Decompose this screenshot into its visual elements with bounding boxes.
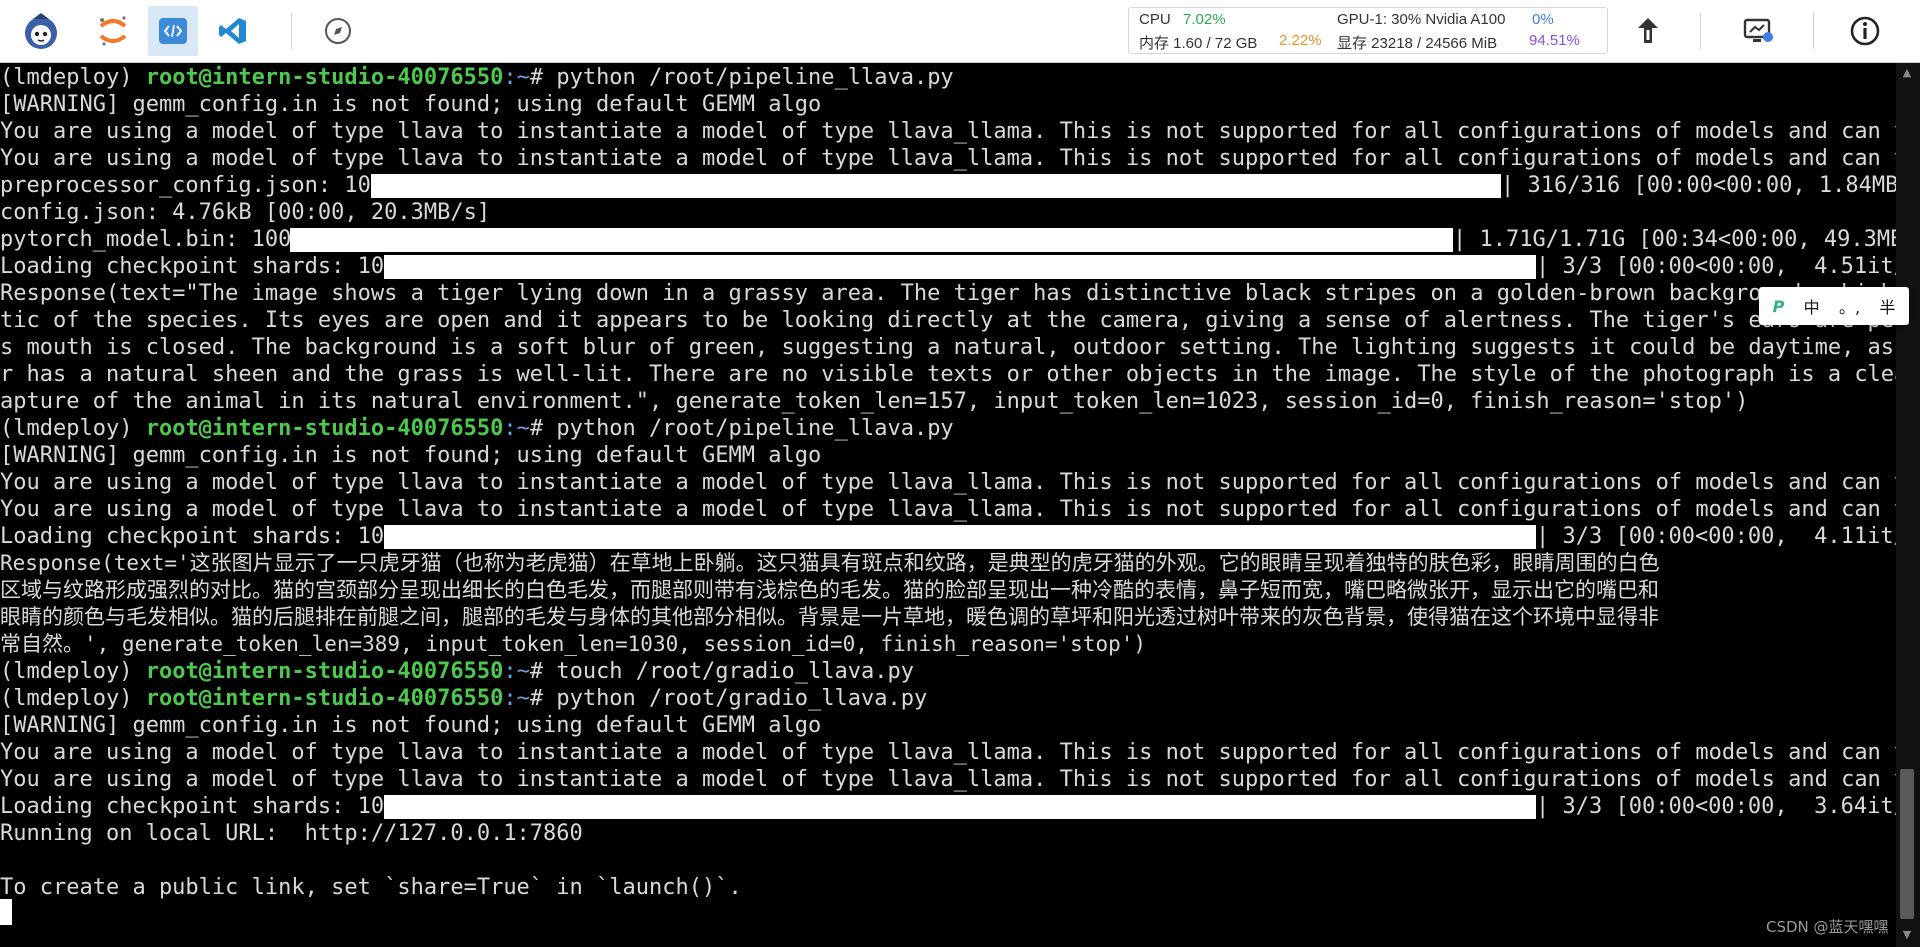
response-line: s mouth is closed. The background is a s…: [0, 335, 1896, 360]
vram-value: 94.51%: [1529, 32, 1580, 49]
shards-progress-stats: | 3/3 [00:00<00:00, 4.51it/s]: [1536, 254, 1896, 279]
cpu-value: 7.02%: [1183, 11, 1226, 28]
command-text: touch /root/gradio_llava.py: [556, 659, 914, 684]
warning-line: [WARNING] gemm_config.in is not found; u…: [0, 92, 822, 117]
gpu-value: 0%: [1532, 11, 1554, 28]
csdn-watermark: CSDN @蓝天嘿嘿: [1766, 918, 1889, 936]
response-line: 眼睛的颜色与毛发相似。猫的后腿排在前腿之间，腿部的毛发与身体的其他部分相似。背景…: [0, 605, 1659, 629]
terminal-prompt-line: (lmdeploy) root@intern-studio-40076550:~…: [0, 686, 928, 711]
warning-line: [WARNING] gemm_config.in is not found; u…: [0, 713, 822, 738]
toolbar-divider: [291, 13, 292, 49]
scrollbar-thumb[interactable]: [1900, 769, 1914, 919]
running-url-line: Running on local URL: http://127.0.0.1:7…: [0, 821, 583, 846]
command-text: python /root/pipeline_llava.py: [556, 65, 954, 90]
response-line: 区域与纹路形成强烈的对比。猫的宫颈部分呈现出细长的白色毛发，而腿部则带有浅棕色的…: [0, 578, 1659, 602]
terminal-cursor: [0, 899, 12, 925]
response-line: Response(text="The image shows a tiger l…: [0, 281, 1896, 306]
response-line: 常自然。', generate_token_len=389, input_tok…: [0, 632, 1147, 656]
scroll-down-arrow-icon[interactable]: ▼: [1898, 928, 1916, 942]
config-download-line: config.json: 4.76kB [00:00, 20.3MB/s]: [0, 200, 491, 225]
vscode-icon[interactable]: [208, 6, 258, 56]
shards-progress-stats: | 3/3 [00:00<00:00, 4.11it/s]: [1536, 524, 1896, 549]
preprocessor-progress-label: preprocessor_config.json: 100%|: [0, 173, 411, 198]
terminal-prompt-line: (lmdeploy) root@intern-studio-40076550:~…: [0, 416, 954, 441]
ime-toolbar[interactable]: P 中 。, 半: [1759, 287, 1909, 325]
preprocessor-progress-bar: [371, 174, 1501, 198]
ime-punct-toggle[interactable]: 。,: [1839, 294, 1860, 318]
compass-icon[interactable]: [313, 6, 363, 56]
info-icon[interactable]: [1840, 6, 1890, 56]
toolbar-divider: [1700, 13, 1701, 49]
ime-logo-icon[interactable]: P: [1773, 297, 1785, 316]
model-warning-line: You are using a model of type llava to i…: [0, 146, 1896, 171]
toolbar-divider: [1813, 13, 1814, 49]
shards-progress-label: Loading checkpoint shards: 100%|: [0, 524, 424, 549]
command-text: python /root/gradio_llava.py: [556, 686, 928, 711]
shards-progress-stats: | 3/3 [00:00<00:00, 3.64it/s]: [1536, 794, 1896, 819]
terminal-output[interactable]: (lmdeploy) root@intern-studio-40076550:~…: [0, 63, 1896, 947]
code-editor-icon[interactable]: [148, 6, 198, 56]
jupyter-icon[interactable]: [88, 6, 138, 56]
response-line: tic of the species. Its eyes are open an…: [0, 308, 1896, 333]
pytorch-progress-bar: [290, 228, 1453, 252]
public-link-hint: To create a public link, set `share=True…: [0, 875, 742, 900]
ime-width-toggle[interactable]: 半: [1879, 294, 1895, 318]
shards-progress-bar: [384, 795, 1536, 819]
model-warning-line: You are using a model of type llava to i…: [0, 497, 1896, 522]
model-warning-line: You are using a model of type llava to i…: [0, 767, 1896, 792]
shards-progress-bar: [384, 525, 1536, 549]
warning-line: [WARNING] gemm_config.in is not found; u…: [0, 443, 822, 468]
command-text: python /root/pipeline_llava.py: [556, 416, 954, 441]
resource-stats-panel: CPU 7.02% 内存 1.60 / 72 GB 2.22% GPU-1: 3…: [1128, 7, 1608, 54]
shards-progress-bar: [384, 255, 1536, 279]
monitor-icon[interactable]: [1733, 6, 1783, 56]
model-warning-line: You are using a model of type llava to i…: [0, 740, 1896, 765]
ime-mode-toggle[interactable]: 中: [1804, 294, 1820, 318]
shards-progress-label: Loading checkpoint shards: 100%|: [0, 794, 424, 819]
memory-label: 内存 1.60 / 72 GB: [1139, 35, 1258, 52]
response-line: apture of the animal in its natural envi…: [0, 389, 1749, 414]
pytorch-progress-stats: | 1.71G/1.71G [00:34<00:00, 49.3MB/s]: [1453, 227, 1896, 252]
vram-label: 显存 23218 / 24566 MiB: [1337, 35, 1498, 52]
upload-icon[interactable]: [1623, 6, 1673, 56]
preprocessor-progress-stats: | 316/316 [00:00<00:00, 1.84MB/s]: [1501, 173, 1896, 198]
scroll-up-arrow-icon[interactable]: ▲: [1898, 66, 1916, 80]
shards-progress-label: Loading checkpoint shards: 100%|: [0, 254, 424, 279]
response-line: r has a natural sheen and the grass is w…: [0, 362, 1896, 387]
terminal-prompt-line: (lmdeploy) root@intern-studio-40076550:~…: [0, 659, 914, 684]
terminal-prompt-line: (lmdeploy) root@intern-studio-40076550:~…: [0, 65, 954, 90]
bot-avatar-icon[interactable]: [16, 6, 66, 56]
top-toolbar: CPU 7.02% 内存 1.60 / 72 GB 2.22% GPU-1: 3…: [0, 0, 1920, 63]
model-warning-line: You are using a model of type llava to i…: [0, 119, 1896, 144]
memory-value: 2.22%: [1279, 32, 1322, 49]
response-line: Response(text='这张图片显示了一只虎牙猫（也称为老虎猫）在草地上卧…: [0, 551, 1660, 575]
pytorch-progress-label: pytorch_model.bin: 100%|: [0, 227, 318, 252]
cpu-label: CPU: [1139, 11, 1171, 28]
model-warning-line: You are using a model of type llava to i…: [0, 470, 1896, 495]
gpu-label: GPU-1: 30% Nvidia A100: [1337, 11, 1506, 28]
